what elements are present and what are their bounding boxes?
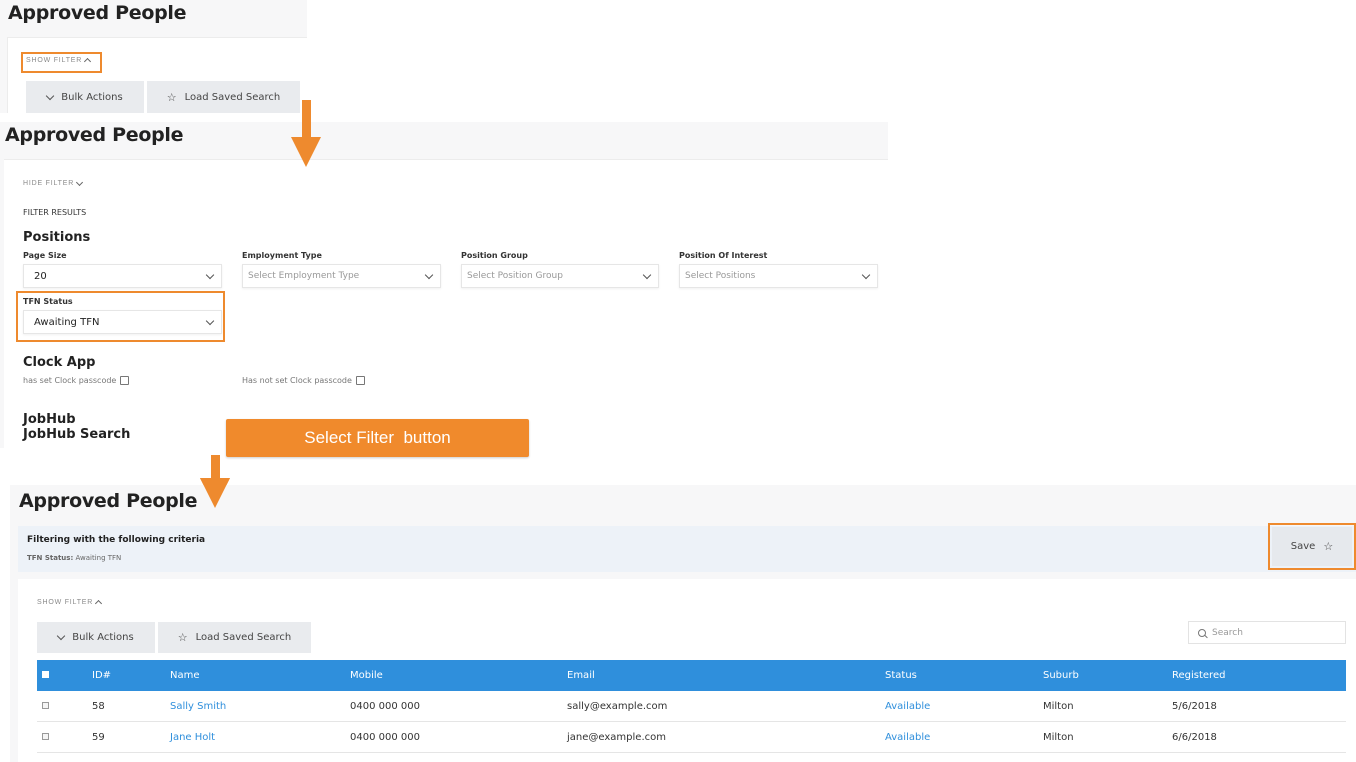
cell-mobile: 0400 000 000 xyxy=(350,701,420,712)
load-saved-search-button[interactable]: ☆ Load Saved Search xyxy=(158,622,311,653)
position-group-placeholder: Select Position Group xyxy=(467,271,563,281)
filter-results-heading: FILTER RESULTS xyxy=(23,208,87,217)
bulk-actions-label: Bulk Actions xyxy=(72,632,134,643)
cell-status-link[interactable]: Available xyxy=(885,701,930,712)
hide-filter-toggle[interactable]: HIDE FILTER xyxy=(23,178,84,187)
row-checkbox[interactable] xyxy=(42,733,49,740)
has-not-set-passcode-label: Has not set Clock passcode xyxy=(242,376,352,385)
chevron-up-icon xyxy=(95,599,103,608)
page-size-label: Page Size xyxy=(23,251,67,260)
select-filter-callout: Select Filter button xyxy=(226,419,529,457)
arrow-1-head xyxy=(291,137,321,167)
cell-suburb: Milton xyxy=(1043,701,1074,712)
chevron-down-icon xyxy=(57,631,66,641)
cell-status-link[interactable]: Available xyxy=(885,732,930,743)
jobhub-heading: JobHub xyxy=(23,412,76,427)
jobhub-search-heading: JobHub Search xyxy=(23,427,131,442)
position-group-select[interactable]: Select Position Group xyxy=(461,264,659,288)
load-saved-search-label: Load Saved Search xyxy=(184,91,281,103)
column-header-email[interactable]: Email xyxy=(567,670,595,681)
column-header-status[interactable]: Status xyxy=(885,670,917,681)
page-title: Approved People xyxy=(8,2,187,24)
position-interest-placeholder: Select Positions xyxy=(685,271,756,281)
tfn-status-value: Awaiting TFN xyxy=(34,316,100,328)
star-icon: ☆ xyxy=(1323,540,1334,553)
page-title: Approved People xyxy=(19,490,198,512)
filter-criteria-bar xyxy=(18,526,1356,572)
has-set-passcode-option[interactable]: has set Clock passcode xyxy=(23,376,130,385)
chevron-down-icon xyxy=(424,270,434,279)
cell-email: jane@example.com xyxy=(567,732,666,743)
select-all-checkbox[interactable] xyxy=(42,671,49,678)
cell-registered: 5/6/2018 xyxy=(1172,701,1217,712)
chevron-down-icon xyxy=(205,270,215,279)
table-row: 58 Sally Smith 0400 000 000 sally@exampl… xyxy=(37,691,1346,722)
column-header-name[interactable]: Name xyxy=(170,670,200,681)
arrow-1-shaft xyxy=(302,122,311,138)
arrow-2-shaft xyxy=(211,455,220,480)
tfn-status-select[interactable]: Awaiting TFN xyxy=(23,310,222,334)
arrow-2-head xyxy=(200,478,230,508)
show-filter-label: SHOW FILTER xyxy=(26,57,83,64)
hide-filter-label: HIDE FILTER xyxy=(23,180,75,187)
show-filter-label: SHOW FILTER xyxy=(37,599,94,606)
show-filter-toggle[interactable]: SHOW FILTER xyxy=(26,57,92,66)
chevron-down-icon xyxy=(205,316,215,325)
page-title: Approved People xyxy=(5,124,184,146)
column-header-id[interactable]: ID# xyxy=(92,670,111,681)
positions-heading: Positions xyxy=(23,230,91,245)
chevron-down-icon xyxy=(46,91,55,100)
cell-id: 59 xyxy=(92,732,105,743)
employment-type-label: Employment Type xyxy=(242,251,322,260)
cell-id: 58 xyxy=(92,701,105,712)
has-not-set-passcode-checkbox[interactable] xyxy=(355,376,365,385)
employment-type-placeholder: Select Employment Type xyxy=(248,271,360,281)
bulk-actions-button[interactable]: Bulk Actions xyxy=(37,622,155,653)
employment-type-select[interactable]: Select Employment Type xyxy=(242,264,441,288)
star-icon: ☆ xyxy=(177,631,188,644)
save-label: Save xyxy=(1290,541,1316,552)
search-placeholder: Search xyxy=(1212,627,1243,638)
table-header: ID# Name Mobile Email Status Suburb Regi… xyxy=(37,660,1346,691)
chevron-down-icon xyxy=(76,178,84,186)
position-interest-select[interactable]: Select Positions xyxy=(679,264,878,288)
position-group-label: Position Group xyxy=(461,251,528,260)
bulk-actions-label: Bulk Actions xyxy=(61,91,123,103)
criteria-value: Awaiting TFN xyxy=(73,554,122,562)
criteria-key: TFN Status: xyxy=(27,554,74,562)
column-header-registered[interactable]: Registered xyxy=(1172,670,1225,681)
cell-registered: 6/6/2018 xyxy=(1172,732,1217,743)
has-not-set-passcode-option[interactable]: Has not set Clock passcode xyxy=(242,376,365,385)
page-size-select[interactable]: 20 xyxy=(23,264,222,288)
has-set-passcode-label: has set Clock passcode xyxy=(23,376,117,385)
bulk-actions-button[interactable]: Bulk Actions xyxy=(26,81,144,113)
cell-mobile: 0400 000 000 xyxy=(350,732,420,743)
criteria-detail: TFN Status: Awaiting TFN xyxy=(27,554,121,562)
cell-name-link[interactable]: Sally Smith xyxy=(170,701,226,712)
tfn-status-label: TFN Status xyxy=(23,297,73,306)
page-size-value: 20 xyxy=(34,270,47,282)
column-header-suburb[interactable]: Suburb xyxy=(1043,670,1079,681)
show-filter-toggle[interactable]: SHOW FILTER xyxy=(37,599,103,608)
column-header-mobile[interactable]: Mobile xyxy=(350,670,383,681)
table-row: 59 Jane Holt 0400 000 000 jane@example.c… xyxy=(37,722,1346,753)
has-set-passcode-checkbox[interactable] xyxy=(120,376,130,385)
chevron-up-icon xyxy=(84,57,92,66)
clock-app-heading: Clock App xyxy=(23,355,96,370)
cell-suburb: Milton xyxy=(1043,732,1074,743)
chevron-down-icon xyxy=(642,270,652,279)
criteria-title: Filtering with the following criteria xyxy=(27,535,206,545)
cell-email: sally@example.com xyxy=(567,701,668,712)
row-checkbox[interactable] xyxy=(42,702,49,709)
star-icon: ☆ xyxy=(166,90,177,104)
save-search-button[interactable]: Save ☆ xyxy=(1272,527,1352,566)
load-saved-search-button[interactable]: ☆ Load Saved Search xyxy=(147,81,300,113)
cell-name-link[interactable]: Jane Holt xyxy=(170,732,215,743)
load-saved-search-label: Load Saved Search xyxy=(195,632,292,643)
search-icon xyxy=(1198,628,1206,637)
position-interest-label: Position Of Interest xyxy=(679,251,768,260)
search-field[interactable]: Search xyxy=(1188,621,1346,644)
chevron-down-icon xyxy=(861,270,871,279)
